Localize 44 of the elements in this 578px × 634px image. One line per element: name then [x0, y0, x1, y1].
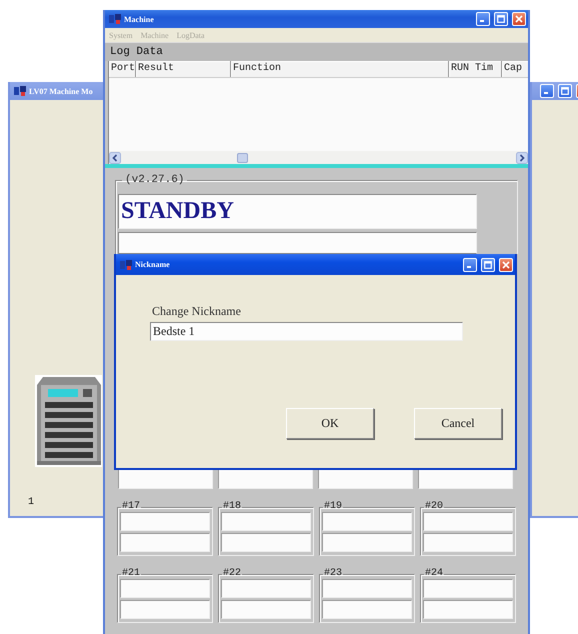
column-header[interactable]: Cap	[502, 61, 528, 77]
slot-label: #22	[222, 569, 242, 579]
slot-label: #19	[323, 502, 344, 512]
close-icon	[515, 15, 523, 23]
slot-label: #23	[323, 569, 344, 579]
close-button[interactable]	[499, 258, 513, 272]
maximize-button[interactable]	[481, 258, 495, 272]
slot-label: #21	[121, 569, 142, 579]
maximize-icon	[561, 87, 569, 95]
minimize-button[interactable]	[463, 258, 477, 272]
close-button[interactable]	[512, 12, 526, 26]
slot-label: #20	[424, 502, 444, 512]
section-title: Log Data	[110, 46, 163, 58]
version-label: (v2.27.6)	[124, 174, 186, 186]
ok-button[interactable]: OK	[286, 408, 374, 439]
scroll-left-button[interactable]	[109, 152, 121, 164]
column-header[interactable]: RUN Tim	[449, 61, 502, 77]
app-icon	[109, 14, 121, 24]
port-number: 1	[28, 497, 36, 508]
scroll-thumb[interactable]	[237, 152, 248, 162]
app-icon	[120, 260, 132, 270]
maximize-icon	[484, 260, 492, 268]
minimize-button[interactable]	[476, 12, 490, 26]
scroll-right-button[interactable]	[516, 152, 528, 164]
nickname-field[interactable]: Bedste 1	[150, 322, 463, 341]
slot-label: #17	[121, 502, 142, 512]
cancel-button[interactable]: Cancel	[414, 408, 502, 439]
window-title: Nickname	[135, 260, 170, 269]
column-header[interactable]: Port	[109, 61, 136, 77]
column-header[interactable]: Function	[231, 61, 449, 77]
column-header[interactable]: Result	[136, 61, 231, 77]
window-title: LV07 Machine Mo	[29, 86, 93, 96]
app-icon	[14, 86, 26, 96]
status-display: STANDBY	[118, 194, 477, 229]
slot-label: #18	[222, 502, 242, 512]
horizontal-scrollbar[interactable]	[109, 151, 528, 164]
maximize-button[interactable]	[494, 12, 508, 26]
maximize-icon	[497, 15, 505, 23]
field-label: Change Nickname	[152, 304, 242, 319]
close-icon	[502, 260, 510, 268]
maximize-button[interactable]	[558, 84, 572, 98]
minimize-button[interactable]	[540, 84, 554, 98]
window-title: Machine	[124, 14, 154, 24]
slot-label: #24	[424, 569, 444, 579]
